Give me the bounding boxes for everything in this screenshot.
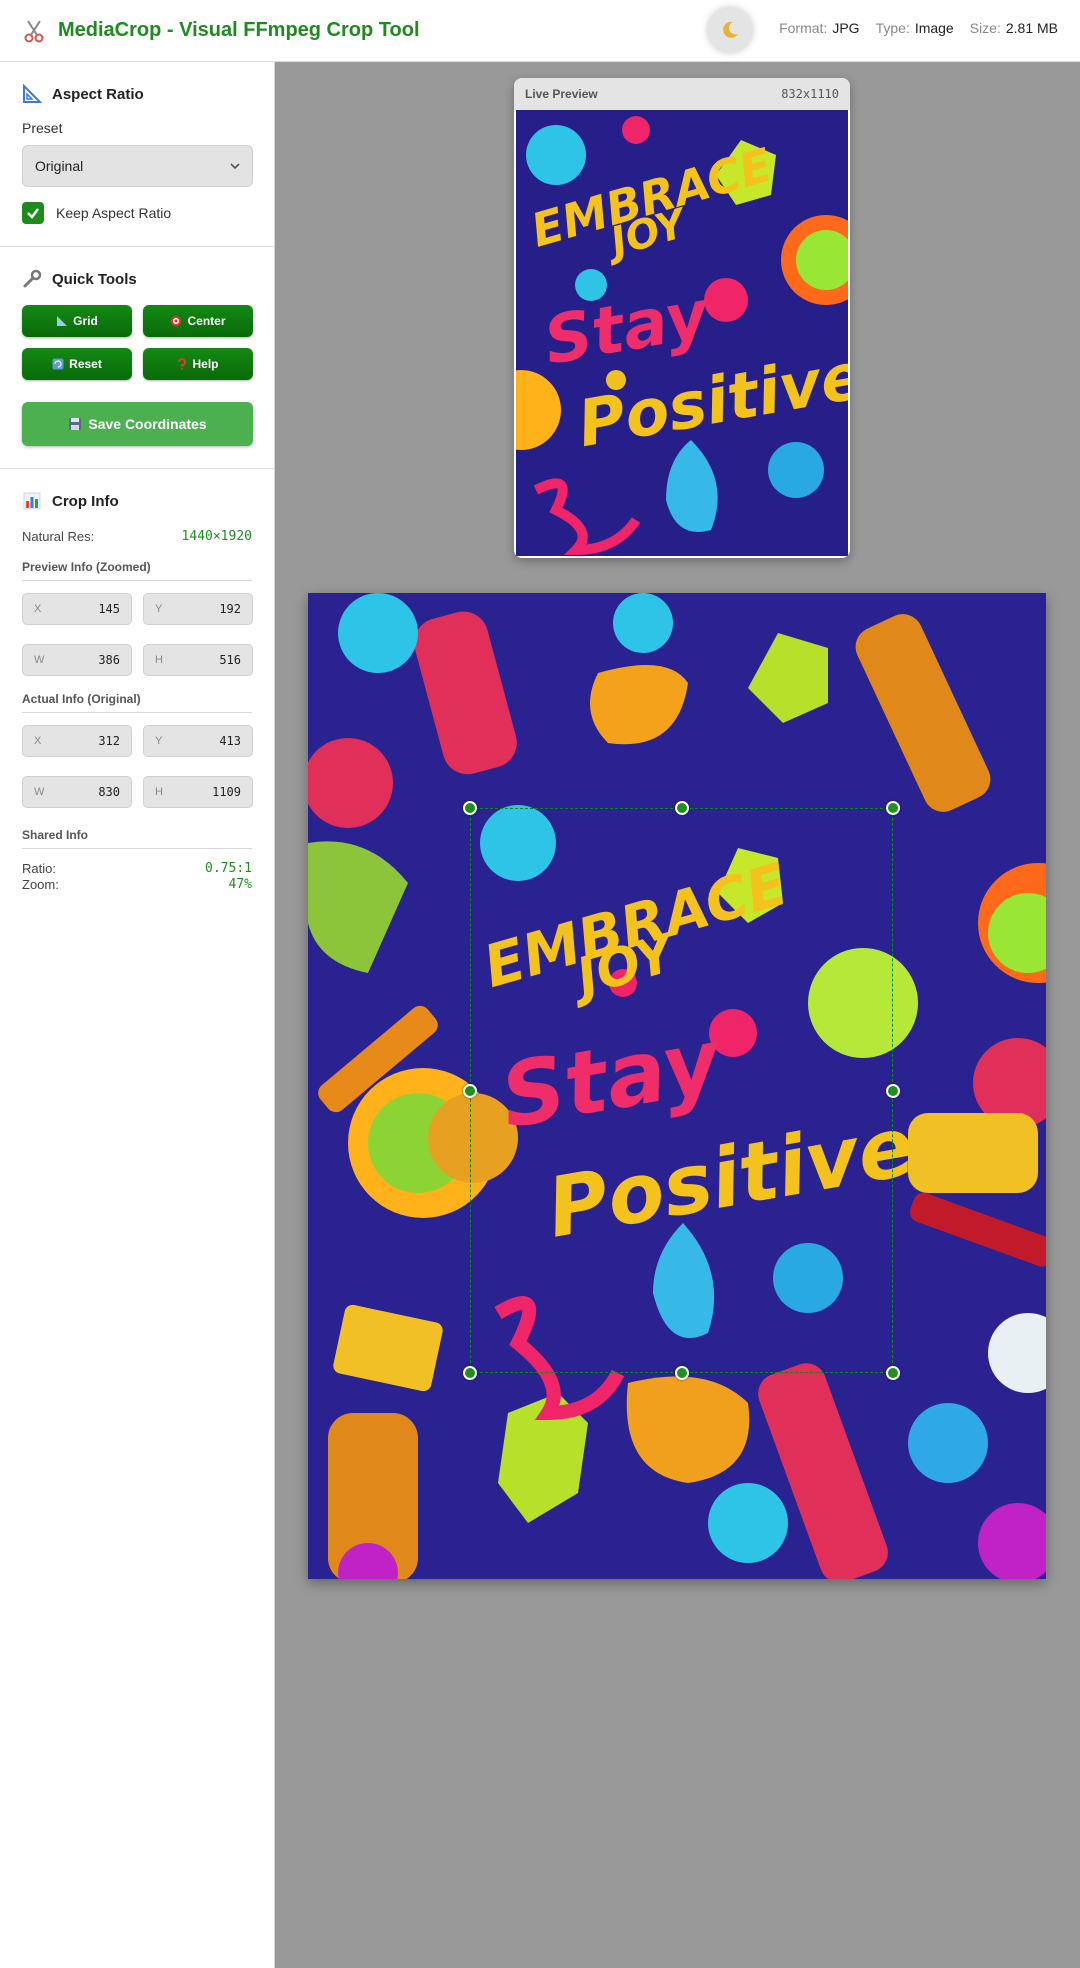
aspect-ratio-section: Aspect Ratio Preset Original Keep Aspect… — [0, 62, 274, 224]
crop-handle-top[interactable] — [675, 801, 689, 815]
actual-xy-row: X 312 Y 413 — [22, 725, 253, 757]
type-meta: Type: Image — [875, 20, 954, 36]
live-preview-header: Live Preview 832x1110 — [514, 78, 850, 110]
zoom-label: Zoom: — [22, 877, 59, 892]
quick-tools-title: Quick Tools — [22, 269, 252, 289]
actual-x-field[interactable]: X 312 — [22, 725, 132, 757]
crop-handle-left[interactable] — [463, 1084, 477, 1098]
tool-buttons: Grid Center Reset Help — [22, 305, 253, 380]
scissors-icon — [24, 19, 44, 42]
live-preview-dimensions: 832x1110 — [781, 87, 839, 101]
floppy-disk-icon — [69, 418, 82, 430]
help-button[interactable]: Help — [143, 348, 253, 380]
preview-xy-row: X 145 Y 192 — [22, 593, 253, 625]
actual-h-field[interactable]: H 1109 — [143, 776, 253, 808]
shared-info-heading: Shared Info — [22, 828, 252, 849]
app-title: MediaCrop - Visual FFmpeg Crop Tool — [58, 19, 420, 41]
preview-wh-row: W 386 H 516 — [22, 644, 253, 676]
preview-w-field[interactable]: W 386 — [22, 644, 132, 676]
preview-y-field[interactable]: Y 192 — [143, 593, 253, 625]
preview-h-field[interactable]: H 516 — [143, 644, 253, 676]
grid-button[interactable]: Grid — [22, 305, 132, 337]
preview-info-heading: Preview Info (Zoomed) — [22, 560, 252, 581]
crop-info-title: Crop Info — [22, 491, 252, 511]
question-icon — [178, 358, 187, 370]
keep-aspect-label: Keep Aspect Ratio — [56, 205, 172, 221]
crop-handle-right[interactable] — [886, 1084, 900, 1098]
natural-res-row: Natural Res: 1440×1920 — [22, 529, 252, 544]
zoom-value: 47% — [228, 877, 252, 892]
keep-aspect-checkbox[interactable] — [22, 202, 44, 224]
actual-w-field[interactable]: W 830 — [22, 776, 132, 808]
chevron-down-icon — [230, 163, 240, 170]
crop-handle-top-right[interactable] — [886, 801, 900, 815]
target-icon — [171, 316, 182, 326]
format-meta: Format: JPG — [779, 20, 860, 36]
triangle-ruler-icon — [23, 84, 42, 103]
crop-handle-top-left[interactable] — [463, 801, 477, 815]
preset-value: Original — [35, 158, 84, 174]
refresh-icon — [52, 358, 64, 370]
actual-y-field[interactable]: Y 413 — [143, 725, 253, 757]
center-button[interactable]: Center — [143, 305, 253, 337]
live-preview-card: Live Preview 832x1110 EMBRACE JOY Stay P… — [514, 78, 850, 558]
zoom-row: Zoom: 47% — [22, 877, 252, 893]
crop-selection-box[interactable] — [470, 808, 893, 1373]
live-preview-title: Live Preview — [525, 87, 598, 101]
ratio-row: Ratio: 0.75:1 — [22, 861, 252, 877]
checkmark-icon — [27, 208, 39, 219]
aspect-ratio-title: Aspect Ratio — [22, 84, 252, 104]
crop-handle-bottom-left[interactable] — [463, 1366, 477, 1380]
moon-icon — [723, 21, 738, 38]
actual-wh-row: W 830 H 1109 — [22, 776, 253, 808]
size-meta: Size: 2.81 MB — [969, 20, 1058, 36]
actual-info-heading: Actual Info (Original) — [22, 692, 252, 713]
ratio-label: Ratio: — [22, 861, 56, 876]
quick-tools-section: Quick Tools Grid Center Reset Help Save … — [0, 247, 274, 446]
theme-toggle-button[interactable] — [708, 8, 752, 52]
keep-aspect-row[interactable]: Keep Aspect Ratio — [22, 202, 252, 224]
preview-image: EMBRACE JOY Stay Positive — [516, 110, 848, 556]
crop-handle-bottom-right[interactable] — [886, 1366, 900, 1380]
natural-res-label: Natural Res: — [22, 529, 95, 544]
triangle-ruler-icon — [57, 316, 68, 326]
app-header: MediaCrop - Visual FFmpeg Crop Tool Form… — [0, 0, 1080, 62]
preset-label: Preset — [22, 120, 63, 136]
crop-handle-bottom[interactable] — [675, 1366, 689, 1380]
file-meta: Format: JPG Type: Image Size: 2.81 MB — [779, 20, 1058, 36]
bar-chart-icon — [23, 492, 41, 510]
save-coordinates-button[interactable]: Save Coordinates — [22, 402, 253, 446]
preset-select[interactable]: Original — [22, 145, 253, 187]
crop-info-section: Crop Info Natural Res: 1440×1920 Preview… — [0, 469, 274, 893]
wrench-icon — [23, 269, 42, 288]
preview-x-field[interactable]: X 145 — [22, 593, 132, 625]
ratio-value: 0.75:1 — [205, 861, 252, 876]
natural-res-value: 1440×1920 — [181, 529, 252, 544]
reset-button[interactable]: Reset — [22, 348, 132, 380]
sidebar: Aspect Ratio Preset Original Keep Aspect… — [0, 62, 275, 1968]
